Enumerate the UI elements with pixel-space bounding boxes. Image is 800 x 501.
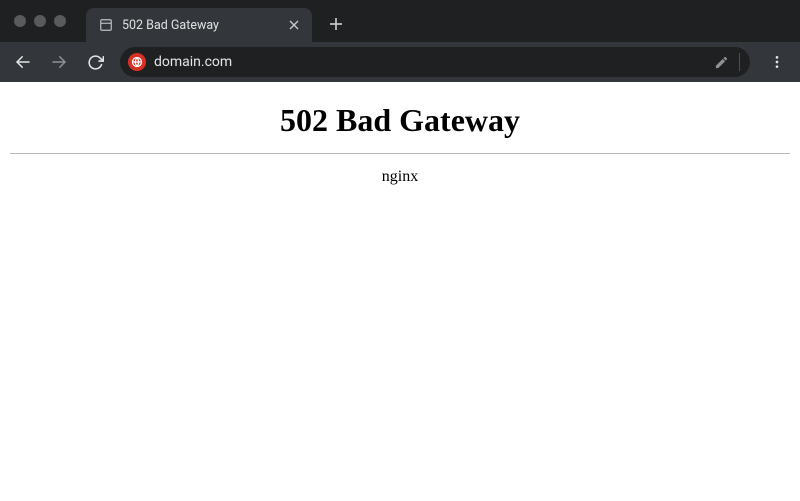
site-identity-icon[interactable] xyxy=(128,53,146,71)
tab-close-button[interactable] xyxy=(286,17,302,33)
new-tab-button[interactable] xyxy=(322,10,350,38)
minimize-window-button[interactable] xyxy=(34,15,46,27)
browser-tab[interactable]: 502 Bad Gateway xyxy=(86,8,312,42)
forward-button[interactable] xyxy=(44,47,74,77)
close-window-button[interactable] xyxy=(14,15,26,27)
toolbar: domain.com xyxy=(0,42,800,82)
page-content: 502 Bad Gateway nginx xyxy=(0,82,800,501)
edit-url-icon[interactable] xyxy=(714,55,731,70)
back-button[interactable] xyxy=(8,47,38,77)
address-divider xyxy=(739,53,740,71)
tab-title: 502 Bad Gateway xyxy=(122,18,278,33)
address-bar[interactable]: domain.com xyxy=(120,47,750,77)
tab-bar: 502 Bad Gateway xyxy=(0,0,800,42)
divider xyxy=(10,153,790,154)
server-name: nginx xyxy=(0,168,800,186)
url-text: domain.com xyxy=(154,54,706,70)
maximize-window-button[interactable] xyxy=(54,15,66,27)
reload-button[interactable] xyxy=(80,47,110,77)
tab-favicon-icon xyxy=(98,17,114,33)
browser-chrome: 502 Bad Gateway xyxy=(0,0,800,82)
toolbar-right xyxy=(760,47,792,77)
browser-menu-button[interactable] xyxy=(762,47,792,77)
error-heading: 502 Bad Gateway xyxy=(0,102,800,139)
window-controls xyxy=(10,15,76,27)
